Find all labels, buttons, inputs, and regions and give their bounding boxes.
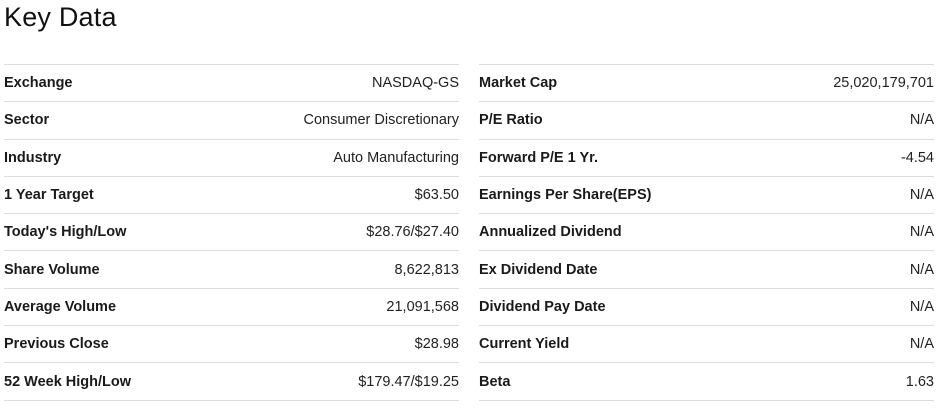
key-data-row: Ex Dividend Date N/A xyxy=(479,251,934,289)
row-label: Annualized Dividend xyxy=(479,224,622,241)
key-data-row: Average Volume 21,091,568 xyxy=(4,289,459,327)
key-data-row: P/E Ratio N/A xyxy=(479,102,934,140)
row-label: Beta xyxy=(479,373,511,390)
page-title: Key Data xyxy=(4,2,117,32)
row-value: N/A xyxy=(909,112,934,129)
key-data-row: Forward P/E 1 Yr. -4.54 xyxy=(479,140,934,177)
row-value: N/A xyxy=(909,298,934,315)
row-value: N/A xyxy=(909,187,934,204)
row-value: 21,091,568 xyxy=(386,298,459,315)
row-label: Market Cap xyxy=(479,75,558,92)
row-value: 8,622,813 xyxy=(394,261,459,278)
row-value: $63.50 xyxy=(414,187,459,204)
row-label: 52 Week High/Low xyxy=(4,373,132,390)
key-data-row: Share Volume 8,622,813 xyxy=(4,251,459,289)
row-label: P/E Ratio xyxy=(479,112,543,129)
key-data-right-column: Market Cap 25,020,179,701 P/E Ratio N/A … xyxy=(479,64,934,401)
row-label: Share Volume xyxy=(4,261,100,278)
row-label: Sector xyxy=(4,112,50,129)
key-data-row: Market Cap 25,020,179,701 xyxy=(479,65,934,103)
row-value: 25,020,179,701 xyxy=(833,75,934,92)
row-value: N/A xyxy=(909,336,934,353)
row-label: Previous Close xyxy=(4,336,109,353)
row-label: Industry xyxy=(4,149,62,166)
key-data-row: Earnings Per Share(EPS) N/A xyxy=(479,177,934,215)
key-data-row: 52 Week High/Low $179.47/$19.25 xyxy=(4,363,459,401)
key-data-grid: Exchange NASDAQ-GS Sector Consumer Discr… xyxy=(4,64,934,401)
key-data-row: 1 Year Target $63.50 xyxy=(4,177,459,215)
row-value: $28.76/$27.40 xyxy=(366,224,459,241)
row-label: Forward P/E 1 Yr. xyxy=(479,149,599,166)
key-data-row: Dividend Pay Date N/A xyxy=(479,289,934,327)
key-data-row: Previous Close $28.98 xyxy=(4,326,459,364)
row-value: N/A xyxy=(909,224,934,241)
row-value: $28.98 xyxy=(414,336,459,353)
row-label: Earnings Per Share(EPS) xyxy=(479,187,652,204)
row-label: Ex Dividend Date xyxy=(479,261,598,278)
key-data-row: Industry Auto Manufacturing xyxy=(4,140,459,177)
row-label: Exchange xyxy=(4,75,73,92)
row-label: 1 Year Target xyxy=(4,187,94,204)
key-data-row: Current Yield N/A xyxy=(479,326,934,364)
row-value: NASDAQ-GS xyxy=(371,75,459,92)
key-data-row: Today's High/Low $28.76/$27.40 xyxy=(4,214,459,252)
row-label: Current Yield xyxy=(479,336,570,353)
key-data-row: Beta 1.63 xyxy=(479,363,934,401)
key-data-row: Sector Consumer Discretionary xyxy=(4,102,459,140)
row-label: Dividend Pay Date xyxy=(479,298,606,315)
row-value: $179.47/$19.25 xyxy=(358,373,459,390)
row-value: N/A xyxy=(909,261,934,278)
row-value: Consumer Discretionary xyxy=(303,112,459,129)
row-label: Average Volume xyxy=(4,298,117,315)
key-data-row: Annualized Dividend N/A xyxy=(479,214,934,252)
key-data-row: Exchange NASDAQ-GS xyxy=(4,65,459,103)
row-value: Auto Manufacturing xyxy=(333,149,459,166)
row-value: 1.63 xyxy=(905,373,934,390)
row-value: -4.54 xyxy=(900,149,934,166)
row-label: Today's High/Low xyxy=(4,224,127,241)
key-data-left-column: Exchange NASDAQ-GS Sector Consumer Discr… xyxy=(4,64,459,401)
